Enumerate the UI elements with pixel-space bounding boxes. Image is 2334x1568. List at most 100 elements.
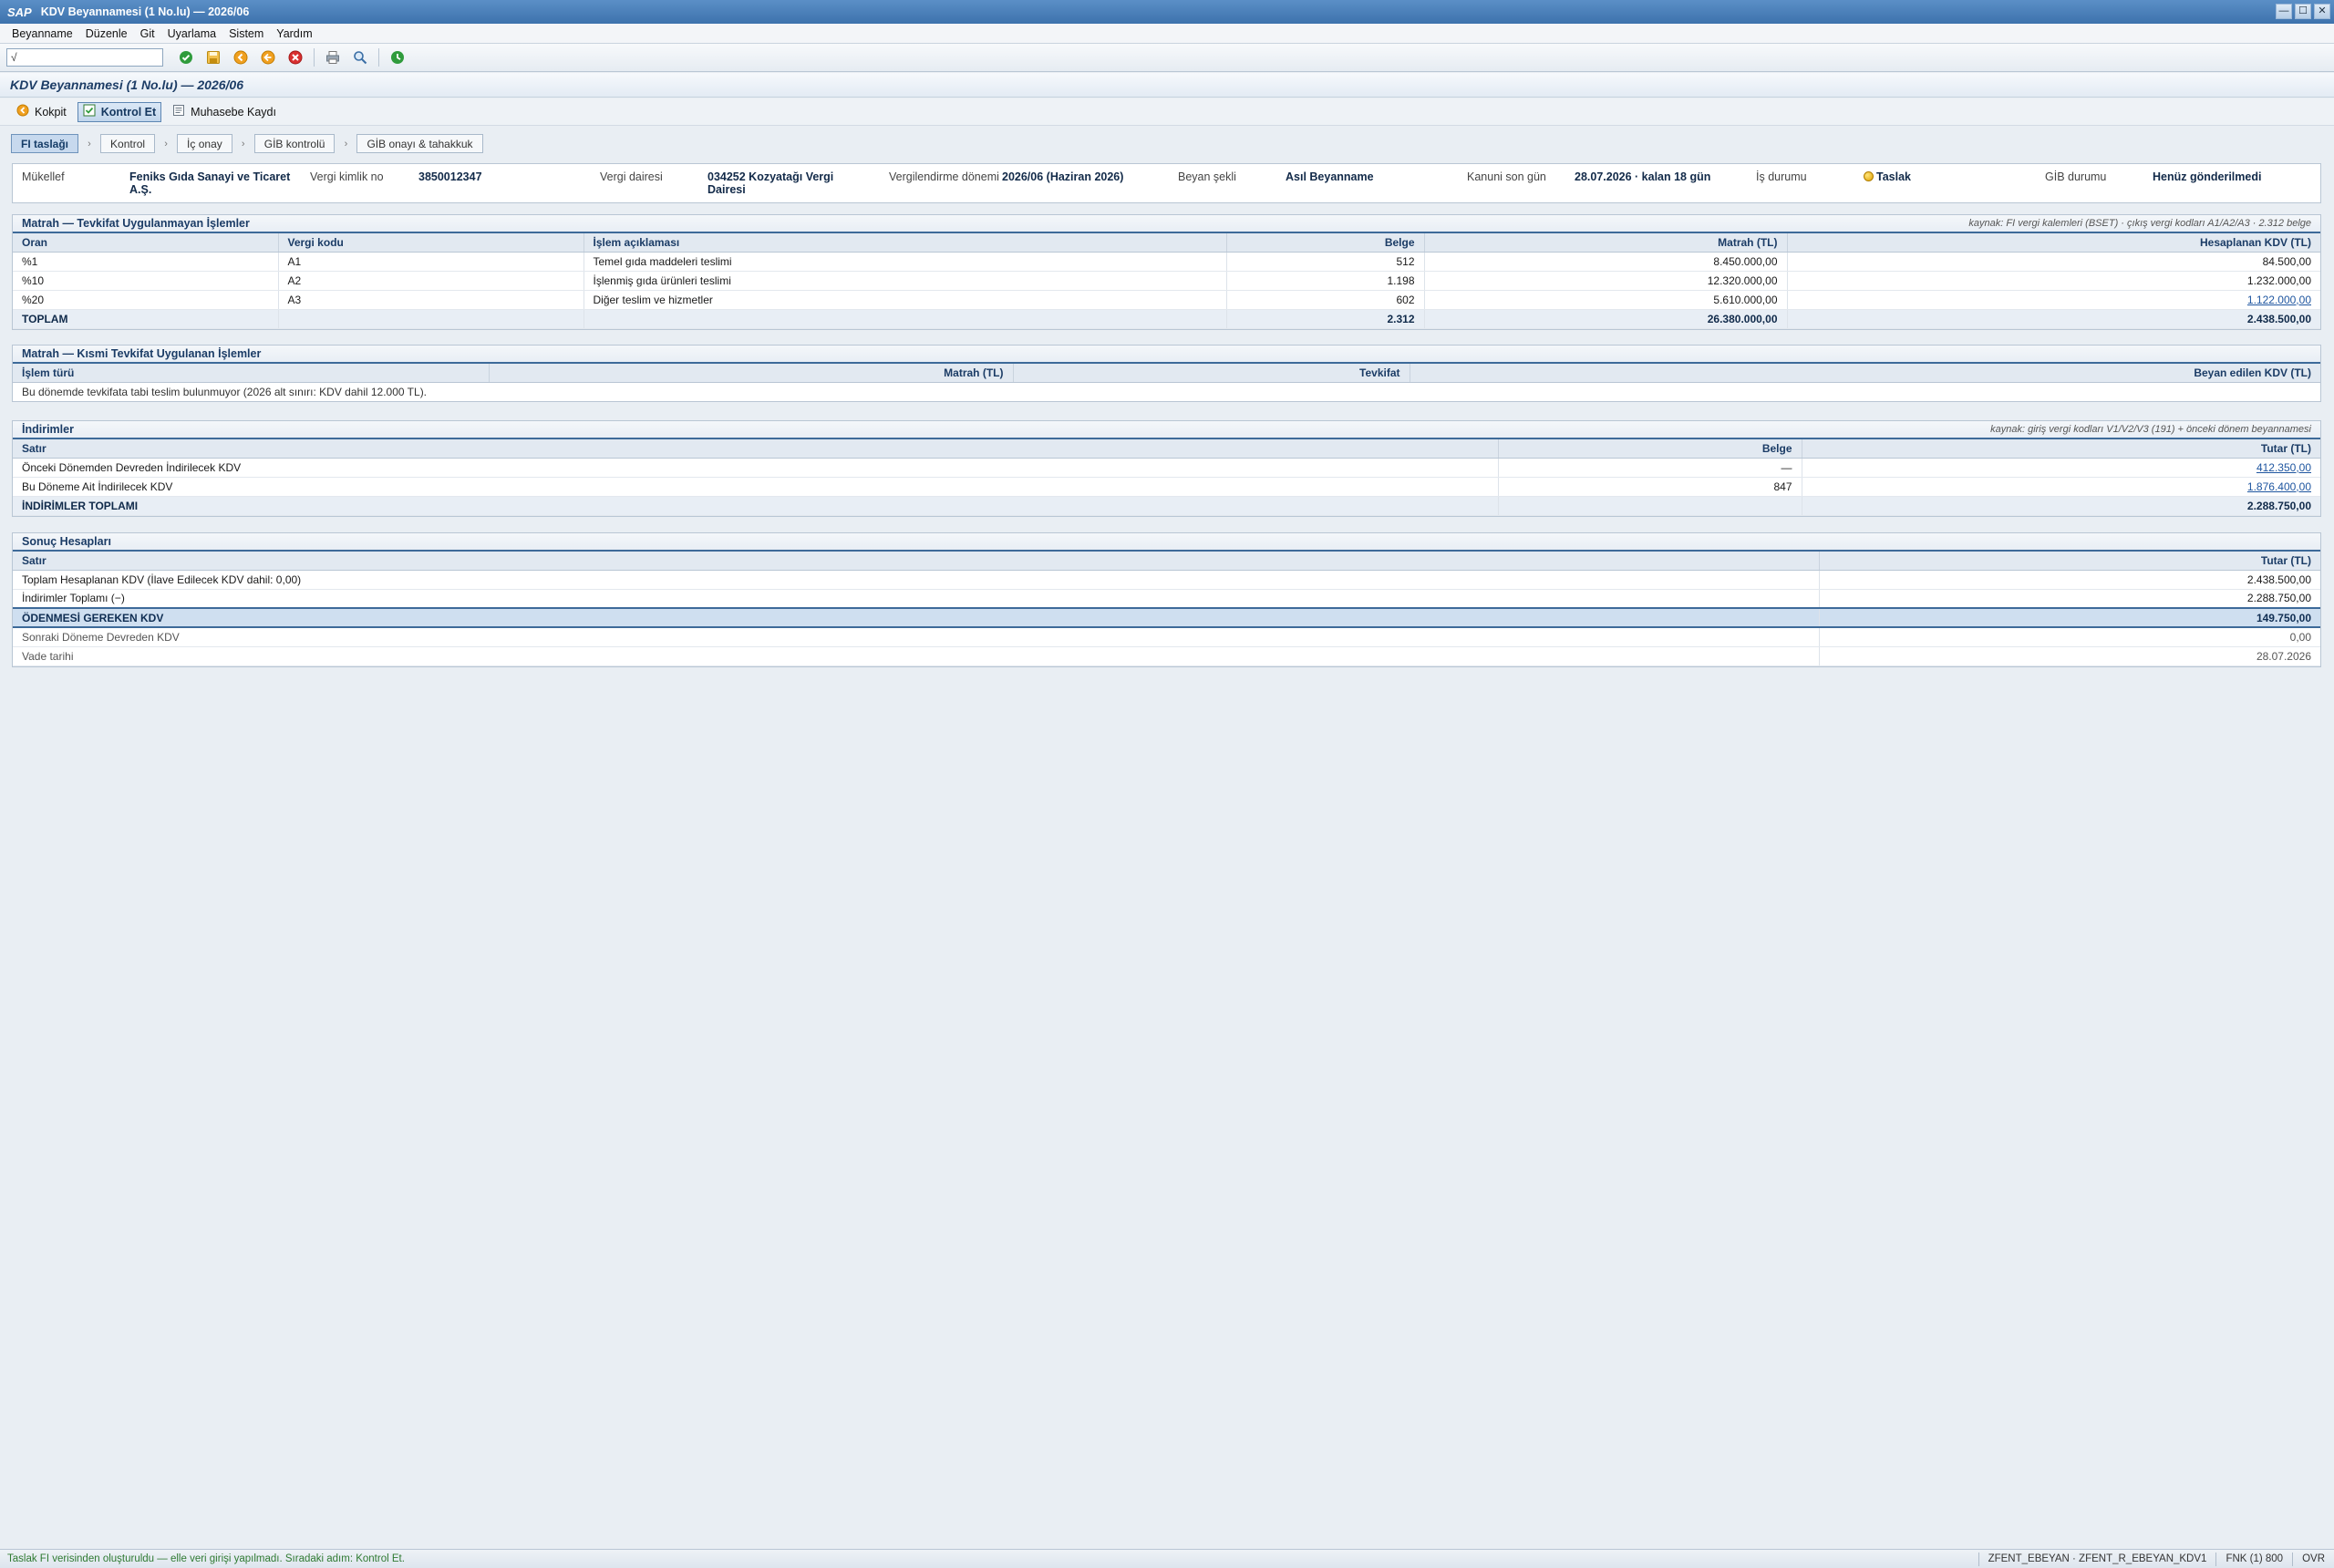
menu-git[interactable]: Git [134, 27, 161, 40]
cell-tutar: 1.876.400,00 [1802, 477, 2320, 497]
kontrol-et-button[interactable]: Kontrol Et [77, 101, 162, 122]
cancel-icon[interactable] [287, 49, 304, 66]
cell-satir: Sonraki Döneme Devreden KDV [13, 627, 1820, 647]
cell-belge: 602 [1226, 290, 1425, 310]
empty-cell [584, 308, 1227, 329]
cell-tutar: 2.438.500,00 [1819, 570, 2320, 590]
col-vergi-kodu[interactable]: Vergi kodu [278, 233, 584, 253]
matrah-table: Oran Vergi kodu İşlem açıklaması Belge M… [13, 233, 2320, 329]
cell-vergi-kodu: A2 [278, 271, 584, 291]
col-satir[interactable]: Satır [13, 552, 1820, 571]
table-row: Sonraki Döneme Devreden KDV 0,00 [13, 627, 2320, 647]
empty-cell [1498, 495, 1802, 516]
cell-satir: Önceki Dönemden Devreden İndirilecek KDV [13, 458, 1499, 478]
maximize-button[interactable]: ☐ [2295, 4, 2311, 19]
cell-vergi-kodu: A3 [278, 290, 584, 310]
col-tutar[interactable]: Tutar (TL) [1802, 439, 2320, 459]
matrah-tevkifatsiz-section: Matrah — Tevkifat Uygulanmayan İşlemler … [12, 214, 2321, 330]
table-row[interactable]: Önceki Dönemden Devreden İndirilecek KDV… [13, 458, 2320, 478]
menu-duzenle[interactable]: Düzenle [79, 27, 134, 40]
col-belge[interactable]: Belge [1226, 233, 1425, 253]
total-kdv: 2.438.500,00 [1787, 308, 2320, 329]
menu-uyarlama[interactable]: Uyarlama [161, 27, 223, 40]
col-matrah[interactable]: Matrah (TL) [489, 364, 1014, 383]
col-tutar[interactable]: Tutar (TL) [1819, 552, 2320, 571]
close-button[interactable]: ✕ [2314, 4, 2330, 19]
tutar-drilldown-link[interactable]: 412.350,00 [2257, 461, 2311, 474]
exit-icon[interactable] [260, 49, 276, 66]
section-title: Matrah — Tevkifat Uygulanmayan İşlemler [22, 217, 250, 230]
chevron-right-icon: › [344, 138, 348, 150]
menu-yardim[interactable]: Yardım [270, 27, 318, 40]
cell-matrah: 8.450.000,00 [1424, 252, 1788, 272]
menu-sistem[interactable]: Sistem [222, 27, 270, 40]
cell-matrah: 5.610.000,00 [1424, 290, 1788, 310]
step-fi-taslagi[interactable]: FI taslağı [11, 134, 79, 153]
declaration-header: Mükellef Feniks Gıda Sanayi ve Ticaret A… [12, 163, 2321, 203]
muhasebe-kaydi-button[interactable]: Muhasebe Kaydı [167, 102, 282, 122]
toolbar-separator [314, 48, 315, 67]
cell-oran: %10 [13, 271, 279, 291]
back-icon[interactable] [232, 49, 249, 66]
col-tevkifat[interactable]: Tevkifat [1013, 364, 1410, 383]
print-icon[interactable] [325, 49, 341, 66]
empty-cell [278, 308, 584, 329]
step-kontrol[interactable]: Kontrol [100, 134, 156, 153]
kismi-tevkifat-table: İşlem türü Matrah (TL) Tevkifat Beyan ed… [13, 364, 2320, 383]
vergi-dairesi-label: Vergi dairesi [600, 170, 663, 183]
kokpit-button[interactable]: Kokpit [11, 102, 72, 122]
sonuc-hesaplari-section: Sonuç Hesapları Satır Tutar (TL) Toplam … [12, 532, 2321, 667]
step-gib-kontrolu[interactable]: GİB kontrolü [253, 134, 336, 153]
muhasebe-kaydi-label: Muhasebe Kaydı [191, 105, 276, 119]
cell-satir: İndirimler Toplamı (−) [13, 589, 1820, 609]
col-islem-turu[interactable]: İşlem türü [13, 364, 490, 383]
document-icon [172, 104, 185, 119]
beyan-sekli-label: Beyan şekli [1178, 170, 1236, 183]
minimize-button[interactable]: — [2276, 4, 2292, 19]
son-gun-value: 28.07.2026 · kalan 18 gün [1575, 170, 1711, 183]
gib-durumu-value: Henüz gönderilmedi [2153, 170, 2262, 183]
status-bar: Taslak FI verisinden oluşturuldu — elle … [0, 1549, 2334, 1568]
donem-label: Vergilendirme dönemi [889, 170, 999, 183]
step-ic-onay[interactable]: İç onay [177, 134, 232, 153]
table-row[interactable]: Bu Döneme Ait İndirilecek KDV 847 1.876.… [13, 477, 2320, 497]
yellow-status-icon [1864, 171, 1874, 181]
col-satir[interactable]: Satır [13, 439, 1499, 459]
total-matrah: 26.380.000,00 [1424, 308, 1788, 329]
total-belge: 2.312 [1226, 308, 1425, 329]
cell-tutar: 412.350,00 [1802, 458, 2320, 478]
cell-tutar: 0,00 [1819, 627, 2320, 647]
table-row[interactable]: %20 A3 Diğer teslim ve hizmetler 602 5.6… [13, 290, 2320, 310]
col-belge[interactable]: Belge [1498, 439, 1802, 459]
table-row[interactable]: %10 A2 İşlenmiş gıda ürünleri teslimi 1.… [13, 271, 2320, 291]
col-matrah[interactable]: Matrah (TL) [1424, 233, 1788, 253]
cell-kdv-link: 1.122.000,00 [1787, 290, 2320, 310]
window-controls: — ☐ ✕ [2276, 4, 2330, 19]
save-icon[interactable] [205, 49, 222, 66]
col-hesaplanan-kdv[interactable]: Hesaplanan KDV (TL) [1787, 233, 2320, 253]
history-icon[interactable] [389, 49, 406, 66]
total-row: İNDİRİMLER TOPLAMI 2.288.750,00 [13, 495, 2320, 516]
step-gib-onayi[interactable]: GİB onayı & tahakkuk [356, 134, 483, 153]
col-oran[interactable]: Oran [13, 233, 279, 253]
table-row: Toplam Hesaplanan KDV (İlave Edilecek KD… [13, 570, 2320, 590]
tutar-drilldown-link[interactable]: 1.876.400,00 [2247, 480, 2311, 493]
table-row[interactable]: %1 A1 Temel gıda maddeleri teslimi 512 8… [13, 252, 2320, 272]
col-beyan-edilen-kdv[interactable]: Beyan edilen KDV (TL) [1410, 364, 2320, 383]
command-field[interactable]: √ [6, 48, 163, 67]
cell-oran: %1 [13, 252, 279, 272]
beyan-sekli-value: Asıl Beyanname [1286, 170, 1374, 183]
cell-aciklama: Diğer teslim ve hizmetler [584, 290, 1227, 310]
kdv-drilldown-link[interactable]: 1.122.000,00 [2247, 294, 2311, 306]
standard-toolbar: √ [0, 44, 2334, 72]
status-system[interactable]: FNK (1) 800 [2215, 1552, 2292, 1566]
chevron-right-icon: › [241, 138, 245, 150]
odenecek-kdv-value: 149.750,00 [1819, 607, 2320, 628]
menu-beyanname[interactable]: Beyanname [5, 27, 79, 40]
col-islem-aciklamasi[interactable]: İşlem açıklaması [584, 233, 1227, 253]
total-tutar: 2.288.750,00 [1802, 495, 2320, 516]
status-message[interactable]: Taslak FI verisinden oluşturuldu — elle … [0, 1553, 1978, 1564]
find-icon[interactable] [352, 49, 368, 66]
enter-icon[interactable] [178, 49, 194, 66]
section-header: Matrah — Tevkifat Uygulanmayan İşlemler … [13, 215, 2320, 233]
